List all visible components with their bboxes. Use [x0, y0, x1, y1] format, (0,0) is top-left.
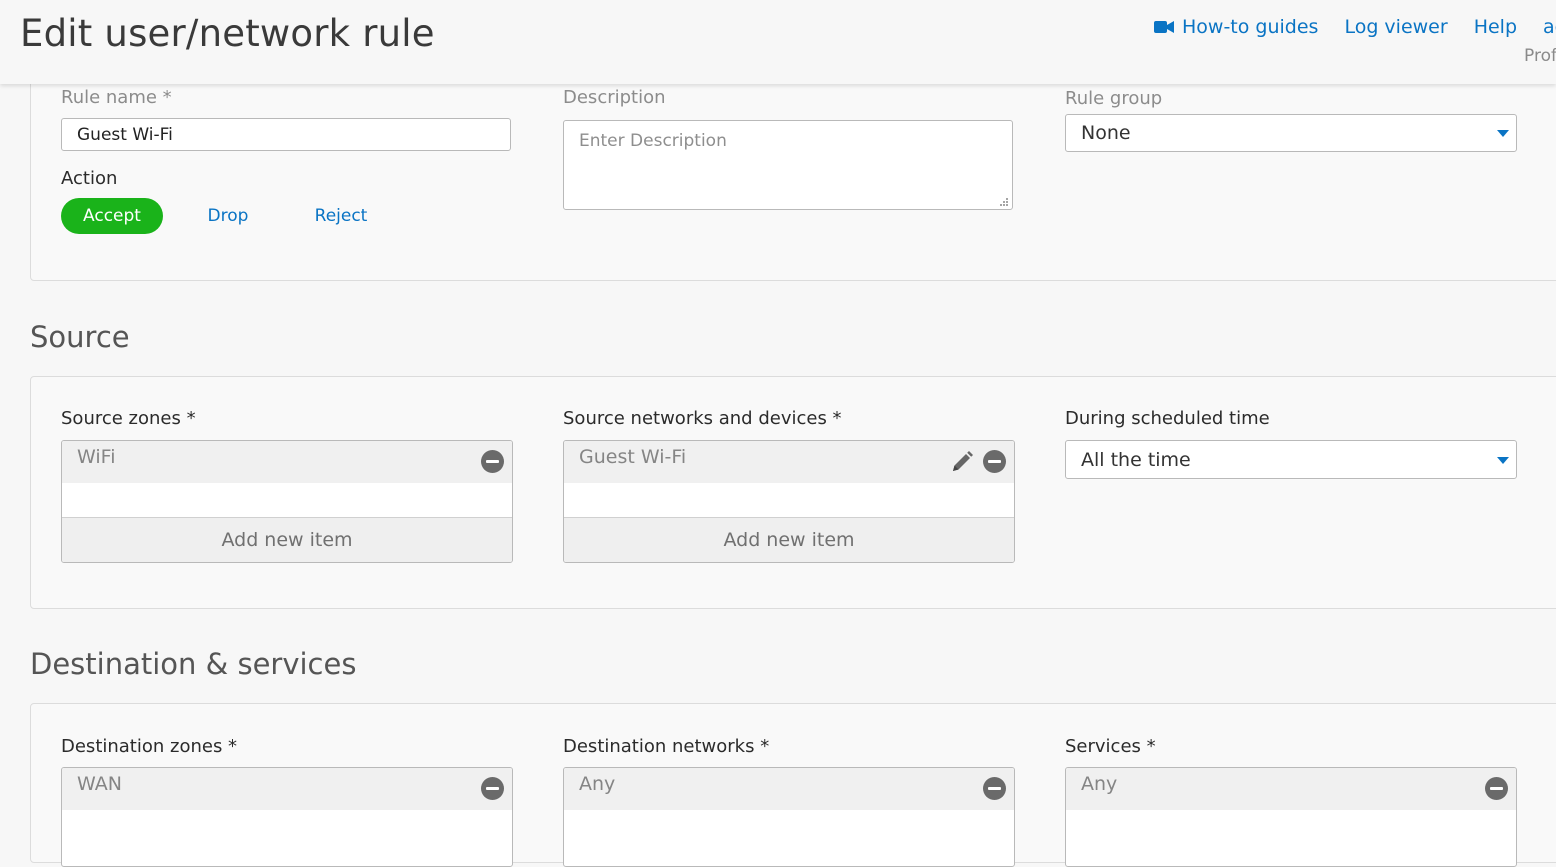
- description-label: Description: [563, 87, 666, 108]
- list-item-label: Any: [1081, 773, 1118, 795]
- video-camera-icon: [1154, 21, 1174, 33]
- rule-name-input[interactable]: [61, 118, 511, 151]
- drop-action-button[interactable]: Drop: [192, 198, 264, 234]
- rule-group-label: Rule group: [1065, 88, 1163, 109]
- help-link[interactable]: Help: [1474, 16, 1517, 38]
- list-item-label: Guest Wi-Fi: [579, 446, 687, 468]
- list-item: WAN: [62, 768, 512, 810]
- schedule-select[interactable]: All the time: [1065, 440, 1517, 479]
- page-header: Edit user/network rule How-to guides Log…: [0, 0, 1556, 84]
- remove-icon[interactable]: [983, 450, 1006, 473]
- source-section-title: Source: [30, 320, 130, 354]
- chevron-down-icon: [1497, 130, 1509, 137]
- list-item: Any: [564, 768, 1014, 810]
- list-item: WiFi: [62, 441, 512, 483]
- admin-menu-link[interactable]: adm: [1543, 16, 1556, 38]
- destination-zones-list: WAN: [61, 767, 513, 867]
- log-viewer-link[interactable]: Log viewer: [1344, 16, 1447, 38]
- list-item-label: Any: [579, 773, 616, 795]
- services-label: Services *: [1065, 736, 1156, 757]
- remove-icon[interactable]: [1485, 777, 1508, 800]
- howto-guides-link[interactable]: How-to guides: [1154, 16, 1318, 38]
- rule-group-select[interactable]: None: [1065, 114, 1517, 152]
- source-zones-label: Source zones *: [61, 408, 196, 429]
- resize-grip-icon[interactable]: [999, 197, 1009, 207]
- list-item: Any: [1066, 768, 1516, 810]
- list-item-label: WAN: [77, 773, 122, 795]
- description-textarea[interactable]: [563, 120, 1013, 210]
- list-item-label: WiFi: [77, 446, 116, 468]
- source-networks-list: Guest Wi-Fi Add new item: [563, 440, 1015, 563]
- add-new-item-button[interactable]: Add new item: [564, 517, 1014, 562]
- remove-icon[interactable]: [481, 450, 504, 473]
- services-list: Any: [1065, 767, 1517, 867]
- destination-zones-label: Destination zones *: [61, 736, 238, 757]
- pencil-icon[interactable]: [950, 450, 974, 474]
- destination-section-title: Destination & services: [30, 647, 357, 681]
- destination-networks-label: Destination networks *: [563, 736, 770, 757]
- add-new-item-button[interactable]: Add new item: [62, 517, 512, 562]
- chevron-down-icon: [1497, 456, 1509, 464]
- page-title: Edit user/network rule: [20, 12, 435, 55]
- rule-name-label: Rule name *: [61, 87, 172, 108]
- schedule-value: All the time: [1081, 448, 1191, 471]
- destination-networks-list: Any: [563, 767, 1015, 867]
- remove-icon[interactable]: [983, 777, 1006, 800]
- source-networks-label: Source networks and devices *: [563, 408, 842, 429]
- howto-guides-label: How-to guides: [1182, 16, 1319, 38]
- profile-link[interactable]: Prof: [1524, 46, 1556, 66]
- top-navigation: How-to guides Log viewer Help adm: [1154, 16, 1556, 38]
- action-label: Action: [61, 168, 118, 189]
- list-item: Guest Wi-Fi: [564, 441, 1014, 483]
- rule-group-value: None: [1081, 122, 1131, 144]
- reject-action-button[interactable]: Reject: [300, 198, 382, 234]
- accept-action-button[interactable]: Accept: [61, 198, 163, 234]
- schedule-label: During scheduled time: [1065, 408, 1270, 429]
- source-zones-list: WiFi Add new item: [61, 440, 513, 563]
- remove-icon[interactable]: [481, 777, 504, 800]
